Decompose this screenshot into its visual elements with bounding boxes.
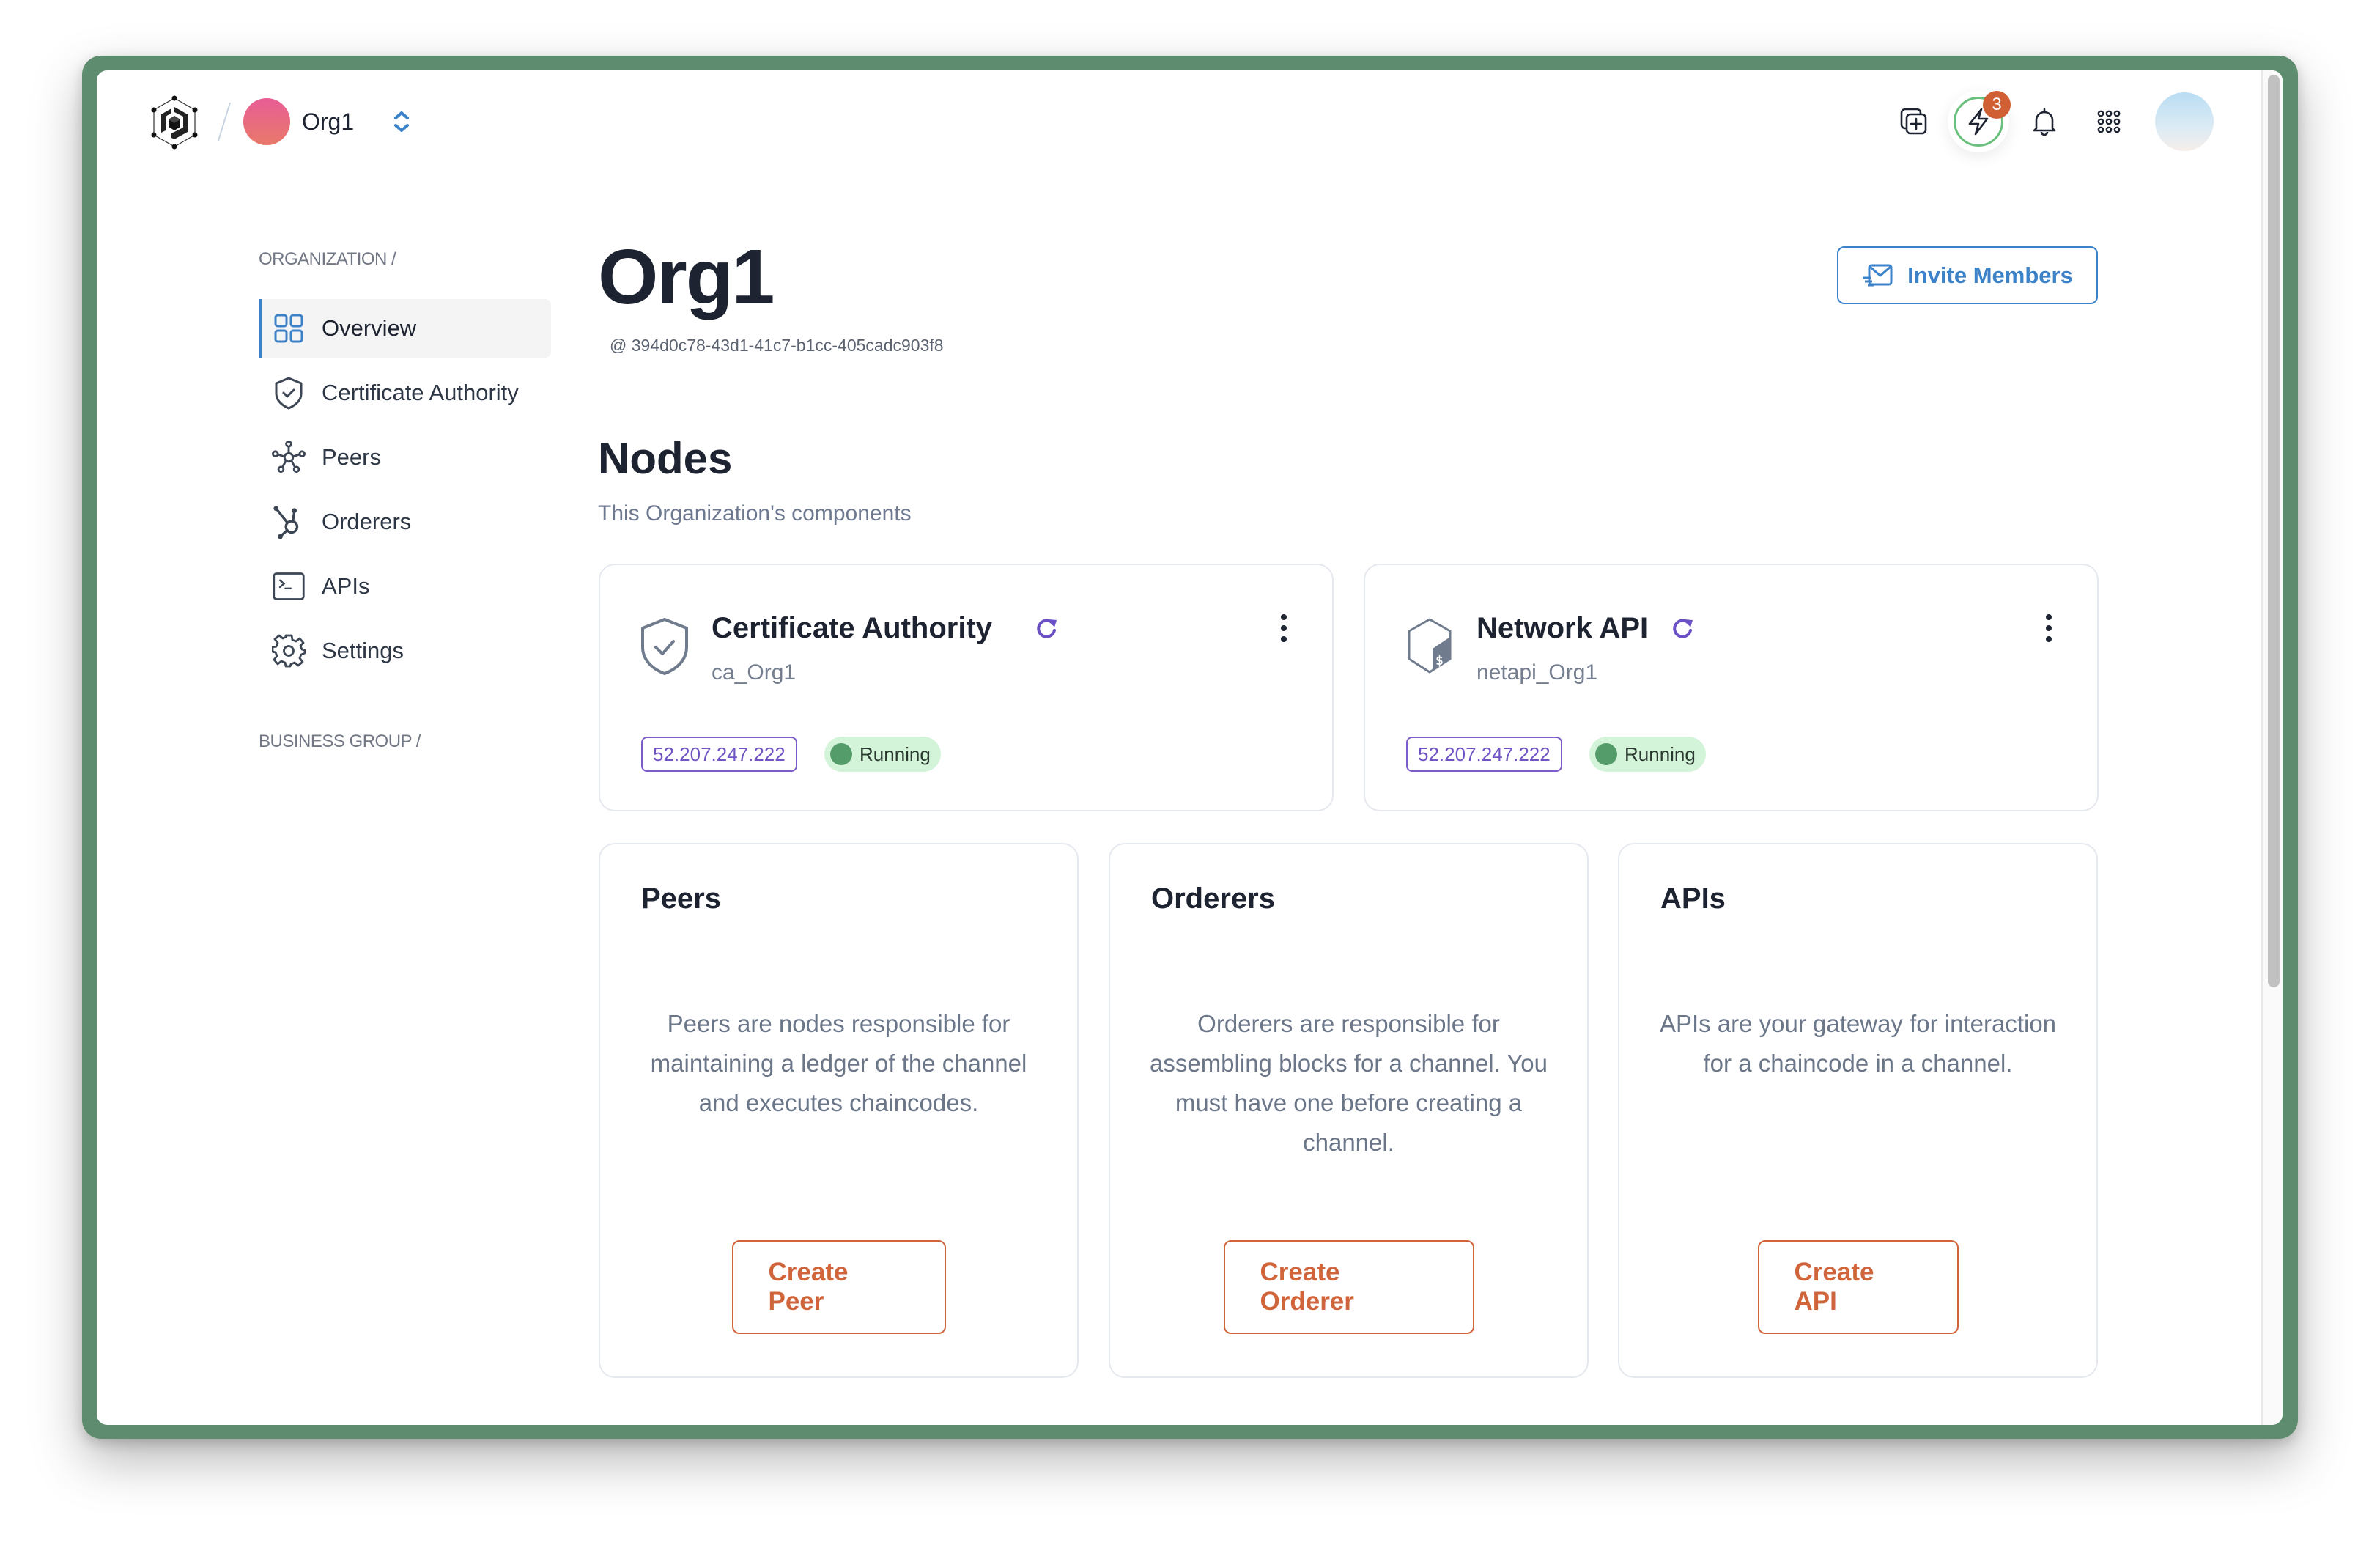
sidebar-item-settings[interactable]: Settings — [259, 622, 551, 680]
app-logo-icon[interactable] — [145, 94, 204, 152]
card-description: Orderers are responsible for assembling … — [1149, 1010, 1548, 1156]
create-api-button[interactable]: Create API — [1757, 1240, 1959, 1334]
nodes-heading: Nodes — [598, 434, 733, 483]
app-window: Org1 3 ORGANIZATION / Overview Certifica… — [97, 70, 2283, 1425]
scrollbar-track[interactable] — [2261, 70, 2283, 1425]
sidebar-section-organization: ORGANIZATION / — [259, 249, 396, 269]
invite-members-button[interactable]: Invite Members — [1837, 246, 2098, 304]
grid-icon — [272, 312, 306, 345]
sidebar-item-certificate-authority[interactable]: Certificate Authority — [259, 364, 551, 422]
ip-address-badge: 52.207.247.222 — [641, 737, 797, 772]
org-avatar[interactable] — [243, 98, 290, 145]
node-name: netapi_Org1 — [1477, 660, 1598, 685]
status-dot — [1595, 743, 1617, 765]
org-switch-chevron-icon[interactable] — [391, 107, 412, 136]
breadcrumb-separator — [218, 102, 231, 141]
bash-cube-icon: $_ — [1408, 618, 1452, 674]
page-title: Org1 — [598, 234, 775, 320]
sidebar-section-business-group: BUSINESS GROUP / — [259, 731, 421, 751]
ip-address-badge: 52.207.247.222 — [1406, 737, 1562, 772]
node-title: Certificate Authority — [712, 612, 993, 644]
card-description: Peers are nodes responsible for maintain… — [650, 1010, 1027, 1116]
status-text: Running — [860, 742, 931, 765]
sidebar-item-label: Orderers — [322, 509, 412, 534]
info-card-apis: APIs APIs are your gateway for interacti… — [1618, 843, 2098, 1378]
node-title: Network API — [1477, 612, 1649, 644]
create-peer-button[interactable]: Create Peer — [731, 1240, 946, 1334]
sidebar-item-apis[interactable]: APIs — [259, 557, 551, 616]
create-orderer-button[interactable]: Create Orderer — [1223, 1240, 1474, 1334]
card-title: Orderers — [1151, 882, 1275, 915]
scrollbar-thumb[interactable] — [2268, 75, 2280, 987]
copy-plus-icon[interactable] — [1898, 106, 1930, 138]
terminal-icon — [272, 570, 306, 603]
bell-icon[interactable] — [2028, 106, 2061, 138]
org-id: @ 394d0c78-43d1-41c7-b1cc-405cadc903f8 — [610, 336, 944, 355]
sidebar-item-orderers[interactable]: Orderers — [259, 493, 551, 551]
gear-icon — [272, 634, 306, 668]
card-description: APIs are your gateway for interaction fo… — [1659, 1010, 2057, 1077]
org-name[interactable]: Org1 — [302, 106, 354, 138]
hub-icon — [272, 505, 306, 539]
status-text: Running — [1625, 742, 1696, 765]
info-card-peers: Peers Peers are nodes responsible for ma… — [599, 843, 1079, 1378]
sidebar-item-peers[interactable]: Peers — [259, 428, 551, 487]
sidebar-item-label: Settings — [322, 638, 404, 663]
shield-check-icon — [272, 376, 306, 410]
card-title: APIs — [1660, 882, 1726, 915]
info-card-orderers: Orderers Orderers are responsible for as… — [1109, 843, 1589, 1378]
sidebar-item-overview[interactable]: Overview — [259, 299, 551, 358]
more-options-icon[interactable] — [2041, 612, 2056, 644]
mail-send-icon — [1863, 264, 1893, 286]
node-name: ca_Org1 — [712, 660, 797, 685]
refresh-icon[interactable] — [1670, 616, 1695, 641]
card-title: Peers — [641, 882, 721, 915]
sidebar-item-label: APIs — [322, 573, 370, 599]
peers-network-icon — [272, 441, 306, 474]
nodes-subtitle: This Organization's components — [598, 501, 912, 526]
sidebar-item-label: Overview — [322, 315, 417, 341]
node-card-certificate-authority[interactable]: Certificate Authority ca_Org1 52.207.247… — [599, 564, 1334, 811]
notification-count-badge: 3 — [1983, 91, 2011, 119]
status-badge: Running — [1589, 737, 1706, 772]
window-frame: Org1 3 ORGANIZATION / Overview Certifica… — [82, 56, 2298, 1439]
more-options-icon[interactable] — [1276, 612, 1291, 644]
status-badge: Running — [824, 737, 941, 772]
sidebar-item-label: Certificate Authority — [322, 380, 519, 405]
refresh-icon[interactable] — [1034, 616, 1059, 641]
activity-button[interactable]: 3 — [1948, 91, 2011, 152]
invite-members-label: Invite Members — [1907, 262, 2073, 288]
sidebar-item-label: Peers — [322, 444, 381, 470]
svg-text:$_: $_ — [1435, 653, 1452, 668]
user-avatar[interactable] — [2155, 92, 2214, 151]
shield-check-icon — [641, 618, 688, 675]
status-dot — [830, 743, 852, 765]
node-card-network-api[interactable]: $_ Network API netapi_Org1 52.207.247.22… — [1364, 564, 2099, 811]
apps-grid-icon[interactable] — [2093, 106, 2125, 138]
